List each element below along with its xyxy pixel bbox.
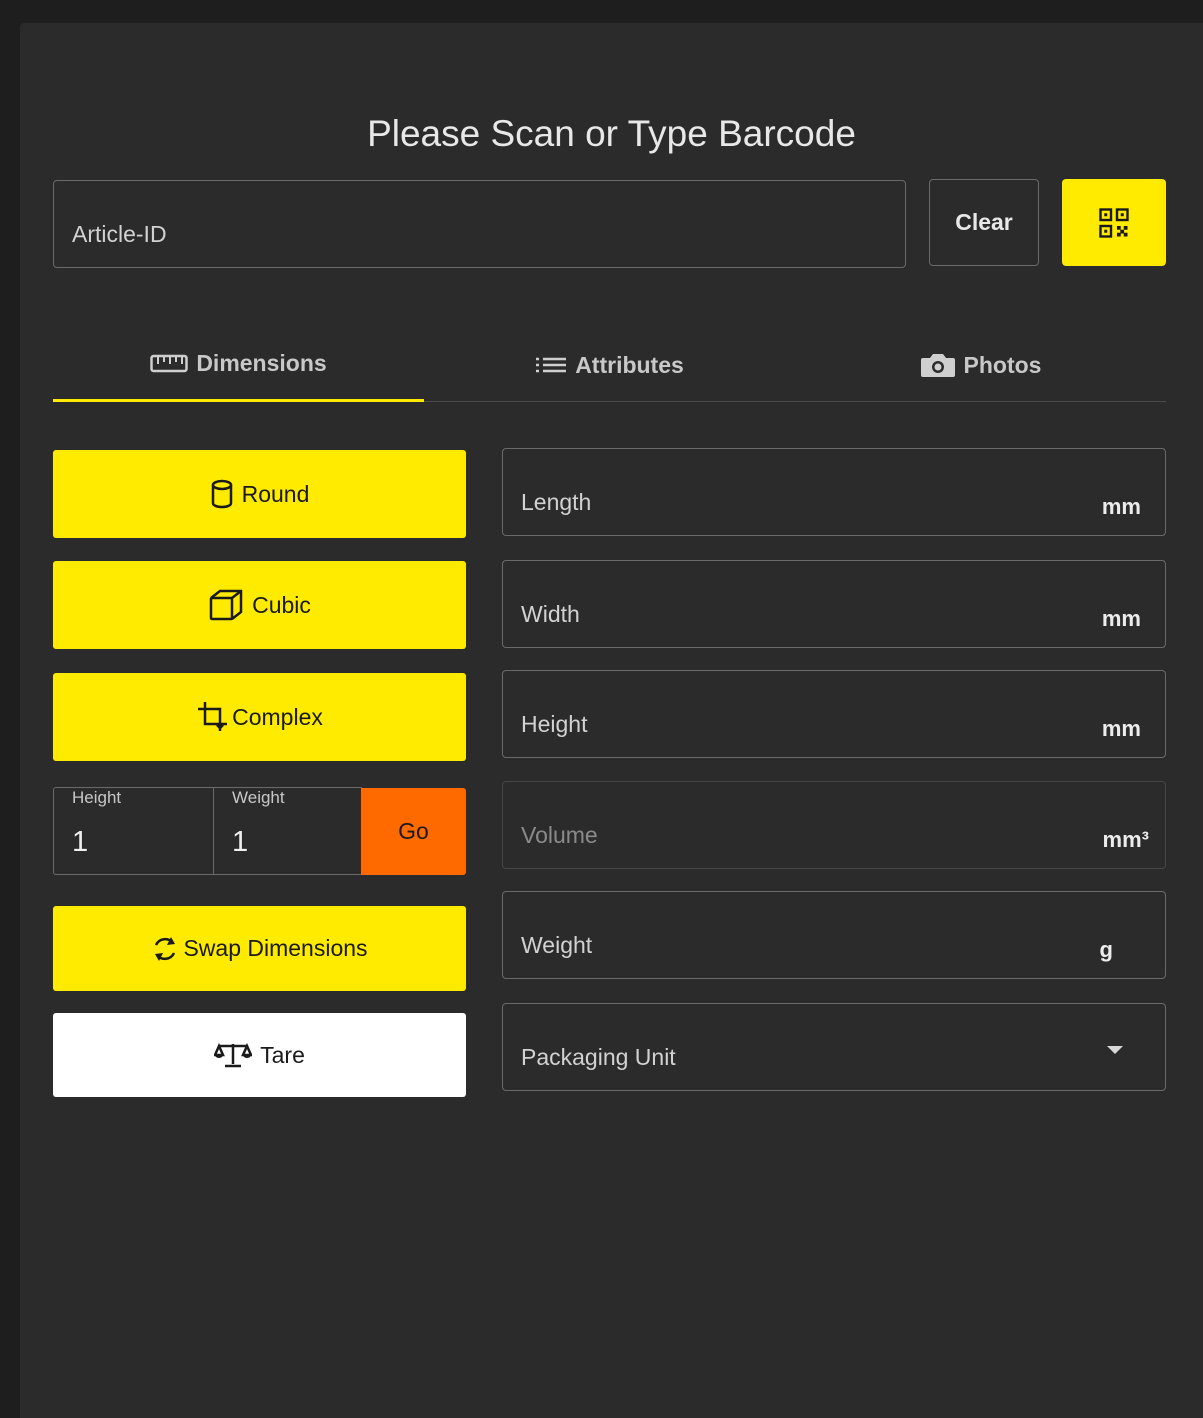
clear-button[interactable]: Clear bbox=[929, 179, 1039, 266]
mini-weight-label: Weight bbox=[230, 788, 287, 808]
length-label: Length bbox=[521, 489, 592, 515]
tab-photos-label: Photos bbox=[963, 351, 1042, 378]
weight-field[interactable]: Weight g bbox=[502, 891, 1166, 979]
main-panel: Please Scan or Type Barcode Article-ID C… bbox=[20, 23, 1203, 1418]
swap-icon bbox=[151, 934, 179, 964]
width-field[interactable]: Width mm bbox=[502, 560, 1166, 648]
mini-weight-input[interactable]: Weight 1 bbox=[213, 787, 362, 875]
round-label: Round bbox=[241, 480, 310, 507]
length-field[interactable]: Length mm bbox=[502, 448, 1166, 536]
height-label: Height bbox=[521, 711, 588, 737]
mini-height-input[interactable]: Height 1 bbox=[53, 787, 214, 875]
cubic-label: Cubic bbox=[252, 591, 311, 618]
weight-label: Weight bbox=[521, 932, 593, 958]
height-field[interactable]: Height mm bbox=[502, 670, 1166, 758]
packaging-unit-select[interactable]: Packaging Unit bbox=[502, 1003, 1166, 1091]
tab-bar: Dimensions Attributes Photos bbox=[53, 328, 1166, 402]
mini-height-value: 1 bbox=[72, 826, 89, 858]
crop-icon bbox=[196, 700, 230, 734]
ruler-icon bbox=[150, 354, 189, 374]
length-unit: mm bbox=[1101, 494, 1141, 519]
tare-button[interactable]: Tare bbox=[53, 1013, 466, 1097]
tab-dimensions[interactable]: Dimensions bbox=[53, 328, 424, 402]
tab-photos[interactable]: Photos bbox=[795, 328, 1166, 402]
packaging-unit-label: Packaging Unit bbox=[521, 1044, 676, 1070]
page-title: Please Scan or Type Barcode bbox=[367, 113, 856, 154]
cubic-button[interactable]: Cubic bbox=[53, 561, 466, 649]
height-unit: mm bbox=[1101, 716, 1141, 741]
swap-dimensions-label: Swap Dimensions bbox=[183, 935, 368, 961]
width-unit: mm bbox=[1101, 606, 1141, 631]
tare-label: Tare bbox=[260, 1041, 305, 1068]
tab-attributes-label: Attributes bbox=[575, 351, 684, 378]
scale-icon bbox=[214, 1041, 253, 1069]
tab-attributes[interactable]: Attributes bbox=[424, 328, 795, 402]
qr-code-icon bbox=[1096, 205, 1132, 241]
chevron-down-icon bbox=[1107, 1046, 1123, 1054]
volume-label: Volume bbox=[521, 822, 598, 848]
go-button[interactable]: Go bbox=[361, 788, 466, 875]
width-label: Width bbox=[521, 601, 580, 627]
cylinder-icon bbox=[210, 478, 234, 510]
cube-icon bbox=[208, 588, 244, 622]
tab-dimensions-label: Dimensions bbox=[196, 350, 327, 376]
article-id-placeholder: Article-ID bbox=[72, 221, 167, 247]
volume-field: Volume mm³ bbox=[502, 781, 1166, 869]
camera-icon bbox=[920, 351, 956, 379]
list-icon bbox=[535, 355, 567, 375]
mini-height-label: Height bbox=[70, 788, 124, 808]
volume-unit: mm³ bbox=[1102, 827, 1149, 852]
round-button[interactable]: Round bbox=[53, 450, 466, 538]
complex-label: Complex bbox=[232, 703, 323, 730]
swap-dimensions-button[interactable]: Swap Dimensions bbox=[53, 906, 466, 991]
mini-weight-value: 1 bbox=[232, 826, 249, 858]
weight-unit: g bbox=[1099, 937, 1113, 962]
scan-qr-button[interactable] bbox=[1062, 179, 1166, 266]
complex-button[interactable]: Complex bbox=[53, 673, 466, 761]
article-id-input[interactable]: Article-ID bbox=[53, 180, 906, 268]
